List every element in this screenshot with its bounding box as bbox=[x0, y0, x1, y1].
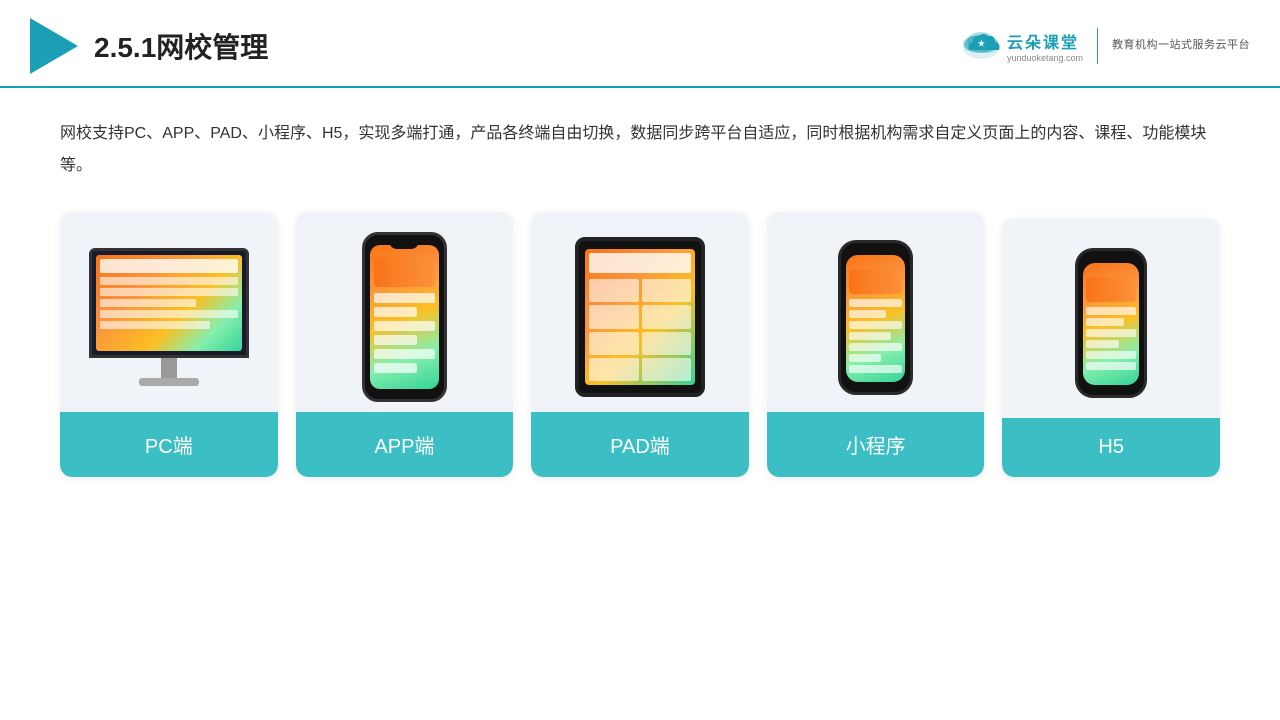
card-image-app bbox=[296, 212, 514, 412]
card-h5: H5 bbox=[1002, 218, 1220, 477]
description-text: 网校支持PC、APP、PAD、小程序、H5，实现多端打通，产品各终端自由切换，数… bbox=[60, 118, 1220, 182]
phone-mini-notch bbox=[866, 248, 886, 254]
card-app: APP端 bbox=[296, 212, 514, 477]
brand-sub: 教育机构一站式服务云平台 bbox=[1112, 37, 1250, 55]
card-image-miniprogram bbox=[767, 212, 985, 412]
card-image-pc bbox=[60, 212, 278, 412]
pc-monitor-icon bbox=[89, 248, 249, 386]
brand-divider bbox=[1097, 28, 1098, 64]
card-miniprogram: 小程序 bbox=[767, 212, 985, 477]
brand-name: 云朵课堂 bbox=[1007, 29, 1079, 53]
card-image-h5 bbox=[1002, 218, 1220, 418]
header-right: 云朵课堂 yunduoketang.com 教育机构一站式服务云平台 bbox=[961, 28, 1250, 65]
cards-container: PC端 bbox=[60, 212, 1220, 477]
cloud-icon bbox=[961, 28, 1001, 65]
header: 2.5.1网校管理 云朵课堂 yunduoketang.com bbox=[0, 0, 1280, 88]
miniprogram-phone-icon bbox=[838, 240, 913, 395]
brand-logo: 云朵课堂 yunduoketang.com 教育机构一站式服务云平台 bbox=[961, 28, 1250, 65]
header-left: 2.5.1网校管理 bbox=[30, 18, 268, 74]
logo-icon bbox=[30, 18, 78, 74]
phone-screen bbox=[370, 245, 439, 389]
h5-phone-screen bbox=[1083, 263, 1139, 385]
card-label-pc: PC端 bbox=[60, 412, 278, 477]
brand-text-block: 云朵课堂 yunduoketang.com bbox=[1007, 29, 1083, 63]
h5-phone-icon bbox=[1075, 248, 1147, 398]
phone-notch bbox=[389, 241, 419, 249]
card-label-app: APP端 bbox=[296, 412, 514, 477]
card-pc: PC端 bbox=[60, 212, 278, 477]
phone-mini-screen bbox=[846, 255, 905, 382]
card-pad: PAD端 bbox=[531, 212, 749, 477]
card-label-miniprogram: 小程序 bbox=[767, 412, 985, 477]
brand-url: yunduoketang.com bbox=[1007, 53, 1083, 63]
pad-icon bbox=[575, 237, 705, 397]
card-label-pad: PAD端 bbox=[531, 412, 749, 477]
page-title: 2.5.1网校管理 bbox=[94, 26, 268, 66]
pad-screen bbox=[585, 249, 695, 385]
card-image-pad bbox=[531, 212, 749, 412]
card-label-h5: H5 bbox=[1002, 418, 1220, 477]
app-phone-icon bbox=[362, 232, 447, 402]
main-content: 网校支持PC、APP、PAD、小程序、H5，实现多端打通，产品各终端自由切换，数… bbox=[0, 88, 1280, 497]
h5-phone-notch bbox=[1101, 256, 1121, 262]
